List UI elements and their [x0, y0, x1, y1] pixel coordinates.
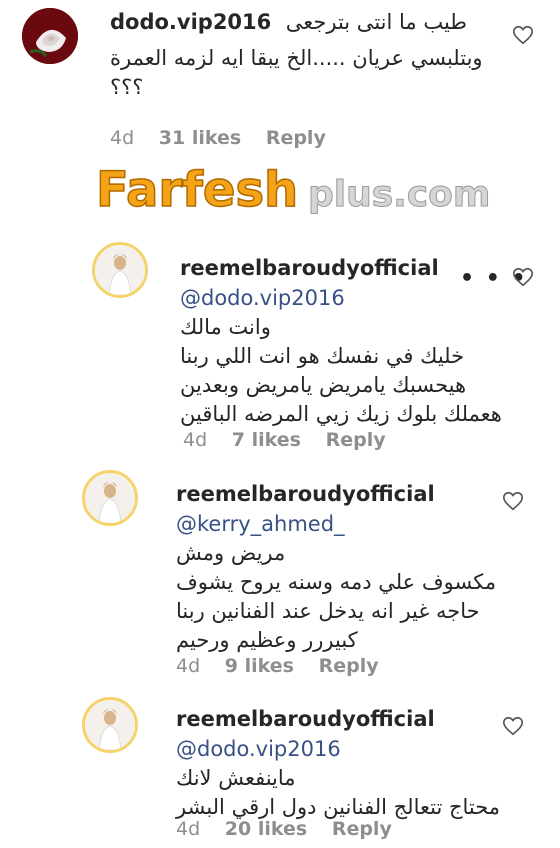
comment-meta: 4d 9 likes Reply [176, 655, 397, 677]
svg-text:Farfesh: Farfesh [96, 162, 298, 218]
comment-text: وبتلبسي عريان .....الخ يبقا ايه لزمه الع… [110, 44, 483, 102]
avatar[interactable] [92, 242, 148, 298]
comment-meta: 4d 20 likes Reply [176, 818, 410, 840]
comment-time[interactable]: 4d [176, 655, 200, 677]
comment-first-line: @dodo.vip2016 [180, 284, 502, 313]
comment-username[interactable]: reemelbaroudyofficial [176, 707, 435, 731]
likes-count[interactable]: 9 likes [225, 655, 294, 677]
reply-button[interactable]: Reply [326, 429, 386, 451]
comment-3: reemelbaroudyofficial @kerry_ahmed_ مريض… [0, 470, 560, 692]
heart-icon[interactable] [502, 490, 524, 512]
comment-text: @dodo.vip2016 وانت مالك خليك في نفسك هو … [180, 284, 502, 429]
comment-1: dodo.vip2016 طيب ما انتى بترجعى وبتلبسي … [0, 0, 560, 160]
comment-line: خليك في نفسك هو انت اللي ربنا [180, 344, 465, 368]
heart-icon[interactable] [512, 24, 534, 46]
comment-meta: 4d 31 likes Reply [110, 127, 344, 149]
heart-icon[interactable] [512, 266, 534, 288]
comment-line: وانت مالك [180, 315, 271, 339]
svg-text:plus.com: plus.com [308, 174, 490, 215]
comment-line: وبتلبسي عريان .....الخ يبقا ايه لزمه الع… [110, 46, 483, 70]
rose-avatar-icon [22, 8, 78, 64]
likes-count[interactable]: 31 likes [159, 127, 241, 149]
comment-line: مريض ومش [176, 541, 286, 565]
comment-time[interactable]: 4d [176, 818, 200, 840]
mention-link[interactable]: @dodo.vip2016 [180, 286, 345, 310]
heart-icon[interactable] [502, 715, 524, 737]
bride-avatar-icon [95, 245, 145, 295]
comment-line: هعملك بلوك زيك زيي المرضه الباقين [180, 402, 502, 426]
comment-line: ماينفعش لانك [176, 766, 296, 790]
comment-line: طيب ما انتى بترجعى [285, 10, 467, 34]
reply-button[interactable]: Reply [319, 655, 379, 677]
watermark-logo: Farfesh plus.com [95, 160, 496, 220]
comment-text: @dodo.vip2016 ماينفعش لانك محتاج تتعالج … [176, 735, 500, 822]
avatar[interactable] [22, 8, 78, 64]
bride-avatar-icon [85, 700, 135, 750]
comment-line: هيحسبك يامريض يامريض وبعدين [180, 373, 467, 397]
avatar[interactable] [82, 470, 138, 526]
likes-count[interactable]: 20 likes [225, 818, 307, 840]
bride-avatar-icon [85, 473, 135, 523]
comment-meta: 4d 7 likes Reply [183, 429, 404, 451]
reply-button[interactable]: Reply [332, 818, 392, 840]
likes-count[interactable]: 7 likes [232, 429, 301, 451]
comment-time[interactable]: 4d [183, 429, 207, 451]
mention-link[interactable]: @dodo.vip2016 [176, 737, 341, 761]
mention-link[interactable]: @kerry_ahmed_ [176, 512, 345, 536]
comment-first-line: @dodo.vip2016 [176, 735, 500, 764]
comment-text: @kerry_ahmed_ مريض ومش مكسوف علي دمه وسن… [176, 510, 496, 655]
comment-line: كبيررر وعظيم ورحيم [176, 628, 358, 652]
comment-line: مكسوف علي دمه وسنه يروح يشوف [176, 570, 497, 594]
comment-username[interactable]: dodo.vip2016 [110, 10, 271, 34]
comment-4: reemelbaroudyofficial @dodo.vip2016 ماين… [0, 695, 560, 848]
reply-button[interactable]: Reply [266, 127, 326, 149]
comment-line: حاجه غير انه يدخل عند الفنانين ربنا [176, 599, 480, 623]
avatar[interactable] [82, 697, 138, 753]
comment-time[interactable]: 4d [110, 127, 134, 149]
comment-text: طيب ما انتى بترجعى [286, 8, 467, 37]
comment-2: reemelbaroudyofficial • • • @dodo.vip201… [0, 240, 560, 470]
comment-line: ؟؟؟ [110, 75, 144, 99]
comment-first-line: @kerry_ahmed_ [176, 510, 496, 539]
comment-username[interactable]: reemelbaroudyofficial [180, 256, 439, 280]
comment-username[interactable]: reemelbaroudyofficial [176, 482, 435, 506]
